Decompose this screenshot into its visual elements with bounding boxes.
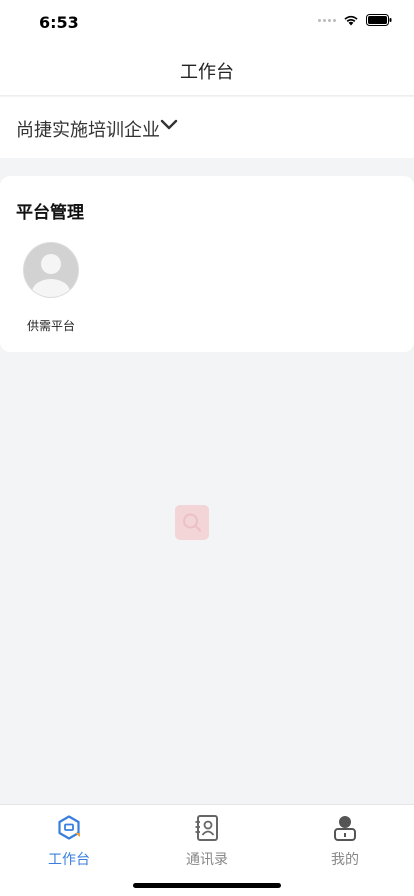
status-icons — [318, 14, 392, 26]
nav-bar: 工作台 — [0, 44, 414, 96]
status-bar: 6:53 — [0, 0, 414, 44]
profile-icon — [334, 816, 356, 841]
tab-label: 我的 — [331, 852, 359, 868]
wifi-icon — [344, 15, 358, 26]
tab-profile[interactable]: 我的 — [276, 805, 414, 875]
workbench-screen: 6:53 工作台 尚捷实施培训企业 平台管理 供需平台 工作台 通讯录 我的 — [0, 0, 414, 896]
app-label: 供需平台 — [26, 319, 75, 333]
chevron-down-icon — [160, 119, 178, 130]
user-avatar-icon — [23, 242, 79, 298]
app-supply-demand-platform[interactable]: 供需平台 — [16, 238, 86, 338]
status-time: 6:53 — [39, 13, 79, 32]
home-indicator[interactable] — [133, 883, 281, 888]
tab-bar: 工作台 通讯录 我的 — [0, 804, 414, 896]
battery-icon — [366, 14, 392, 26]
watermark-search-icon — [175, 505, 209, 540]
company-selector[interactable]: 尚捷实施培训企业 — [0, 97, 414, 158]
tab-workbench[interactable]: 工作台 — [0, 805, 138, 875]
page-title: 工作台 — [180, 62, 234, 83]
signal-icon — [318, 18, 336, 22]
platform-management-card: 平台管理 供需平台 — [0, 176, 414, 352]
contacts-icon — [195, 815, 218, 841]
tab-contacts[interactable]: 通讯录 — [138, 805, 276, 875]
tab-label: 通讯录 — [186, 852, 228, 868]
workbench-icon — [58, 815, 80, 840]
tab-label: 工作台 — [48, 852, 90, 868]
section-title: 平台管理 — [16, 203, 84, 223]
company-name: 尚捷实施培训企业 — [16, 120, 160, 141]
